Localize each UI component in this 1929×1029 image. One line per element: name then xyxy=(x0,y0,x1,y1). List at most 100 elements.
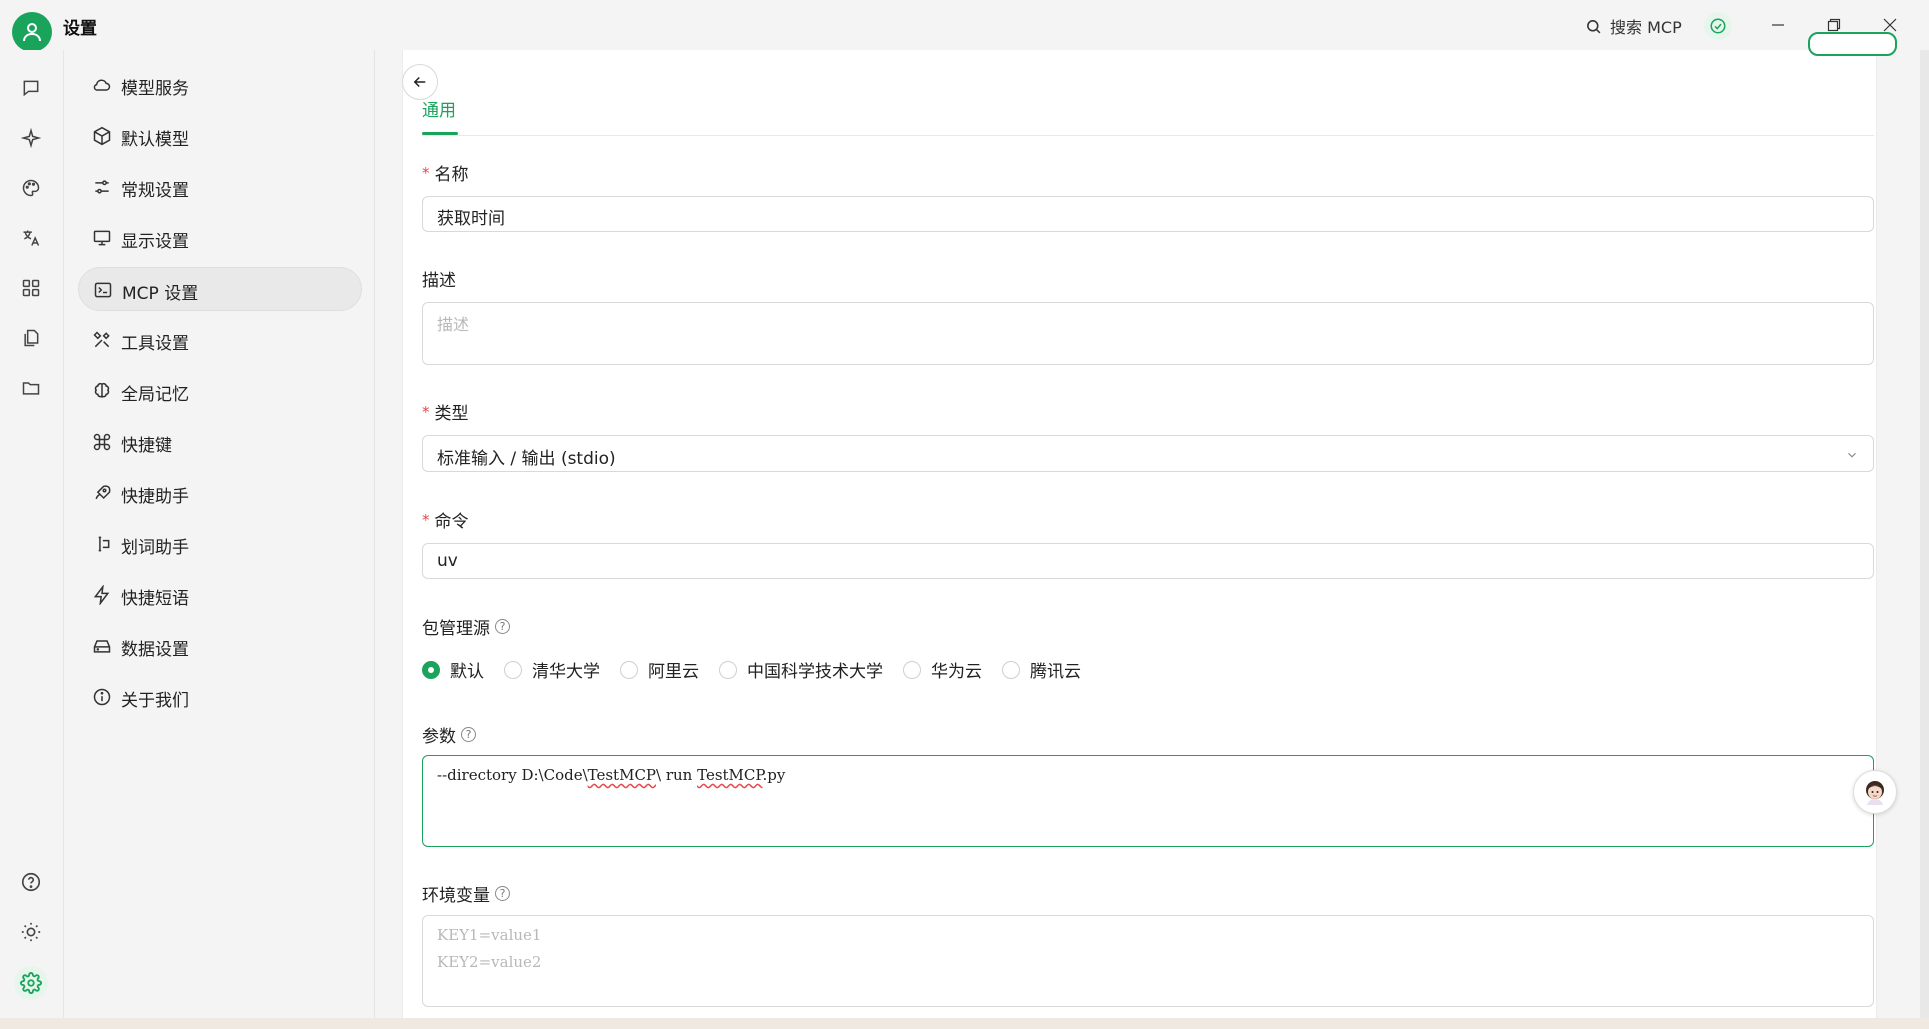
nav-item-general[interactable]: 常规设置 xyxy=(78,165,362,209)
apps-grid-icon xyxy=(22,279,40,297)
nav-item-label: 全局记忆 xyxy=(121,385,189,405)
monitor-icon xyxy=(93,230,111,246)
chat-icon xyxy=(23,80,39,97)
nav-item-selection-assistant[interactable]: 划词助手 xyxy=(78,522,362,566)
info-icon xyxy=(93,688,111,706)
rail-chat[interactable] xyxy=(16,73,46,103)
args-segment-misspelled: TestMCP xyxy=(697,766,763,784)
nav-item-mcp[interactable]: MCP 设置 xyxy=(78,267,362,311)
minimize-icon xyxy=(1772,24,1784,26)
name-value: 获取时间 xyxy=(437,209,505,229)
env-label-text: 环境变量 xyxy=(422,886,490,906)
args-textarea[interactable]: --directory D:\Code\TestMCP\ run TestMCP… xyxy=(422,755,1874,847)
radio-label: 腾讯云 xyxy=(1030,662,1081,682)
radio-huawei[interactable]: 华为云 xyxy=(903,657,982,682)
minimize-button[interactable] xyxy=(1756,8,1800,42)
nav-item-quick-phrases[interactable]: 快捷短语 xyxy=(78,573,362,617)
nav-item-label: 显示设置 xyxy=(121,232,189,252)
name-label: * 名称 xyxy=(422,160,469,186)
search-mcp-label: 搜索 MCP xyxy=(1610,18,1682,37)
rail-settings[interactable] xyxy=(14,966,48,1000)
window-edge-scrollbar[interactable] xyxy=(1920,50,1929,1018)
registry-label-text: 包管理源 xyxy=(422,619,490,639)
nav-item-label: 快捷助手 xyxy=(121,487,189,507)
radio-dot xyxy=(422,660,440,679)
help-icon[interactable]: ? xyxy=(461,727,476,742)
nav-item-quick-assistant[interactable]: 快捷助手 xyxy=(78,471,362,515)
args-segment-misspelled: TestMCP xyxy=(587,766,657,784)
radio-label: 默认 xyxy=(450,662,484,682)
check-circle-icon xyxy=(1710,18,1726,34)
env-textarea[interactable]: KEY1=value1 KEY2=value2 xyxy=(422,915,1874,1007)
type-select[interactable]: 标准输入 / 输出 (stdio) xyxy=(422,435,1874,472)
args-label: 参数 ? xyxy=(422,722,476,747)
sliders-icon xyxy=(95,180,109,194)
rail-paint[interactable] xyxy=(16,173,46,203)
nav-item-default-model[interactable]: 默认模型 xyxy=(78,114,362,158)
user-avatar[interactable] xyxy=(12,12,52,52)
radio-label: 华为云 xyxy=(931,662,982,682)
registry-radio-group: 默认 清华大学 阿里云 中国科学技术大学 华为云 腾讯云 xyxy=(422,657,1101,682)
title-bar: 设置 搜索 MCP xyxy=(0,0,1929,52)
radio-dot xyxy=(504,660,522,679)
translate-icon xyxy=(23,230,40,246)
description-label: 描述 xyxy=(422,266,456,291)
nav-item-about[interactable]: 关于我们 xyxy=(78,675,362,719)
name-input[interactable]: 获取时间 xyxy=(422,196,1874,232)
radio-label: 阿里云 xyxy=(648,662,699,682)
sparkle-icon xyxy=(21,128,41,148)
tab-general[interactable]: 通用 xyxy=(422,96,456,121)
restore-icon xyxy=(1827,18,1841,32)
radio-dot xyxy=(1002,660,1020,679)
floating-assistant-avatar[interactable] xyxy=(1853,770,1897,814)
theme-icon xyxy=(21,922,41,942)
rail-files[interactable] xyxy=(16,323,46,353)
rail-translate[interactable] xyxy=(16,223,46,253)
nav-item-model-service[interactable]: 模型服务 xyxy=(78,63,362,107)
radio-dot xyxy=(719,660,737,679)
radio-default[interactable]: 默认 xyxy=(422,657,484,682)
storage-icon xyxy=(93,640,111,653)
rail-apps[interactable] xyxy=(16,273,46,303)
search-mcp-button[interactable]: 搜索 MCP xyxy=(1585,14,1682,38)
env-placeholder-line: KEY2=value2 xyxy=(437,953,542,971)
back-button[interactable] xyxy=(402,64,438,100)
rail-help[interactable] xyxy=(16,867,46,897)
radio-tsinghua[interactable]: 清华大学 xyxy=(504,657,600,682)
radio-ustc[interactable]: 中国科学技术大学 xyxy=(719,657,883,682)
help-icon xyxy=(21,872,41,892)
env-placeholder-line: KEY1=value1 xyxy=(437,926,542,944)
command-value: uv xyxy=(437,551,458,571)
taskbar-edge xyxy=(0,1018,1929,1029)
radio-dot xyxy=(620,660,638,679)
cube-icon xyxy=(93,126,111,146)
command-input[interactable]: uv xyxy=(422,543,1874,579)
description-placeholder: 描述 xyxy=(437,315,470,334)
folder-icon xyxy=(22,382,40,395)
nav-item-data[interactable]: 数据设置 xyxy=(78,624,362,668)
help-icon[interactable]: ? xyxy=(495,886,510,901)
icon-rail xyxy=(0,50,63,1018)
nav-item-shortcuts[interactable]: 快捷键 xyxy=(78,420,362,464)
rail-assistant[interactable] xyxy=(16,123,46,153)
save-button-partial[interactable] xyxy=(1808,32,1897,56)
rail-theme[interactable] xyxy=(16,917,46,947)
rail-folder[interactable] xyxy=(16,373,46,403)
nav-item-label: 默认模型 xyxy=(121,130,189,150)
registry-label: 包管理源 ? xyxy=(422,614,510,639)
nav-item-memory[interactable]: 全局记忆 xyxy=(78,369,362,413)
user-icon xyxy=(23,23,41,42)
nav-item-tools[interactable]: 工具设置 xyxy=(78,318,362,362)
command-label-text: 命令 xyxy=(434,512,469,532)
tools-icon xyxy=(93,331,110,348)
nav-item-display[interactable]: 显示设置 xyxy=(78,216,362,260)
mcp-status-indicator[interactable] xyxy=(1704,12,1732,40)
required-mark: * xyxy=(422,402,430,421)
help-icon[interactable]: ? xyxy=(495,619,510,634)
nav-item-label: 常规设置 xyxy=(121,181,189,201)
arrow-left-icon xyxy=(413,76,426,88)
description-textarea[interactable]: 描述 xyxy=(422,302,1874,365)
type-label: * 类型 xyxy=(422,399,469,425)
radio-aliyun[interactable]: 阿里云 xyxy=(620,657,699,682)
radio-tencent[interactable]: 腾讯云 xyxy=(1002,657,1081,682)
